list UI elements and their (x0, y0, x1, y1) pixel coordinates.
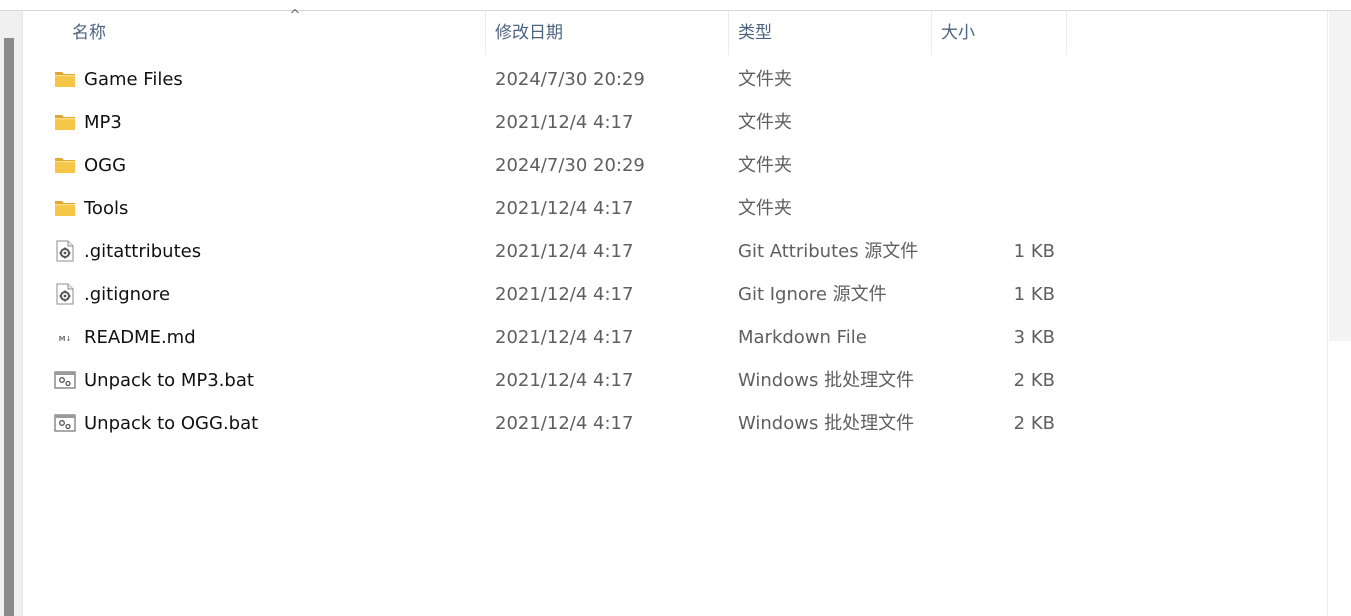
file-type: 文件夹 (738, 69, 792, 90)
column-header-size[interactable]: 大小 (931, 11, 1066, 55)
file-name[interactable]: .gitignore (84, 273, 170, 316)
file-modified-date: 2024/7/30 20:29 (495, 155, 645, 176)
file-size: 3 KB (1013, 327, 1055, 348)
file-modified-date: 2024/7/30 20:29 (495, 69, 645, 90)
file-type: 文件夹 (738, 112, 792, 133)
file-name[interactable]: Tools (84, 187, 128, 230)
file-size: 1 KB (1013, 241, 1055, 262)
markdown-file-icon: M↓ (56, 331, 74, 343)
batch-file-icon (54, 371, 76, 389)
column-header-name-label: 名称 (72, 23, 106, 43)
column-header-type[interactable]: 类型 (728, 11, 931, 55)
file-modified-date: 2021/12/4 4:17 (495, 241, 634, 262)
file-type: Windows 批处理文件 (738, 370, 915, 391)
file-type: Markdown File (738, 327, 867, 348)
file-modified-date: 2021/12/4 4:17 (495, 327, 634, 348)
column-header: 名称 ^ 修改日期 类型 大小 (22, 8, 1327, 55)
right-scrollbar-thumb[interactable] (1329, 11, 1351, 341)
sort-ascending-icon: ^ (289, 8, 301, 23)
file-row[interactable]: Tools 2021/12/4 4:17 文件夹 (22, 187, 1327, 230)
column-header-name[interactable]: 名称 (62, 11, 485, 55)
svg-text:M↓: M↓ (59, 335, 72, 343)
file-modified-date: 2021/12/4 4:17 (495, 198, 634, 219)
file-size (922, 58, 1055, 101)
file-type: 文件夹 (738, 155, 792, 176)
file-size: 2 KB (1013, 370, 1055, 391)
file-type: Git Ignore 源文件 (738, 284, 887, 305)
column-divider[interactable] (1066, 11, 1067, 55)
file-name[interactable]: MP3 (84, 101, 122, 144)
file-size: 1 KB (1013, 284, 1055, 305)
file-type: 文件夹 (738, 198, 792, 219)
file-type: Windows 批处理文件 (738, 413, 915, 434)
file-modified-date: 2021/12/4 4:17 (495, 413, 634, 434)
file-row[interactable]: M↓ README.md 2021/12/4 4:17 Markdown File 3… (22, 316, 1327, 359)
file-modified-date: 2021/12/4 4:17 (495, 284, 634, 305)
column-header-size-label: 大小 (941, 23, 975, 43)
file-explorer-window: 名称 ^ 修改日期 类型 大小 Game Files 2024/7/30 20:2… (0, 0, 1351, 616)
folder-icon (55, 158, 75, 173)
file-size: 2 KB (1013, 413, 1055, 434)
file-row[interactable]: Game Files 2024/7/30 20:29 文件夹 (22, 58, 1327, 101)
file-row[interactable]: MP3 2021/12/4 4:17 文件夹 (22, 101, 1327, 144)
folder-icon (55, 72, 75, 87)
file-name[interactable]: Game Files (84, 58, 183, 101)
file-size (922, 144, 1055, 187)
config-file-icon (56, 240, 74, 262)
column-header-type-label: 类型 (738, 23, 772, 43)
left-scrollbar-thumb[interactable] (4, 38, 14, 616)
file-row[interactable]: Unpack to MP3.bat 2021/12/4 4:17 Windows 批… (22, 359, 1327, 402)
file-name[interactable]: .gitattributes (84, 230, 201, 273)
folder-icon (55, 115, 75, 130)
file-size (922, 187, 1055, 230)
batch-file-icon (54, 414, 76, 432)
file-type: Git Attributes 源文件 (738, 241, 919, 262)
file-modified-date: 2021/12/4 4:17 (495, 112, 634, 133)
folder-icon (55, 201, 75, 216)
file-row[interactable]: OGG 2024/7/30 20:29 文件夹 (22, 144, 1327, 187)
file-name[interactable]: README.md (84, 316, 196, 359)
file-row[interactable]: .gitignore 2021/12/4 4:17 Git Ignore 源文件 1 … (22, 273, 1327, 316)
column-header-date-label: 修改日期 (495, 23, 563, 43)
config-file-icon (56, 283, 74, 305)
file-row[interactable]: Unpack to OGG.bat 2021/12/4 4:17 Windows 批… (22, 402, 1327, 445)
file-size (922, 101, 1055, 144)
column-header-date[interactable]: 修改日期 (485, 11, 728, 55)
file-name[interactable]: OGG (84, 144, 126, 187)
file-name[interactable]: Unpack to OGG.bat (84, 402, 258, 445)
file-modified-date: 2021/12/4 4:17 (495, 370, 634, 391)
file-list: Game Files 2024/7/30 20:29 文件夹 MP3 2021/12/… (22, 58, 1327, 445)
file-row[interactable]: .gitattributes 2021/12/4 4:17 Git Attribut… (22, 230, 1327, 273)
file-name[interactable]: Unpack to MP3.bat (84, 359, 254, 402)
